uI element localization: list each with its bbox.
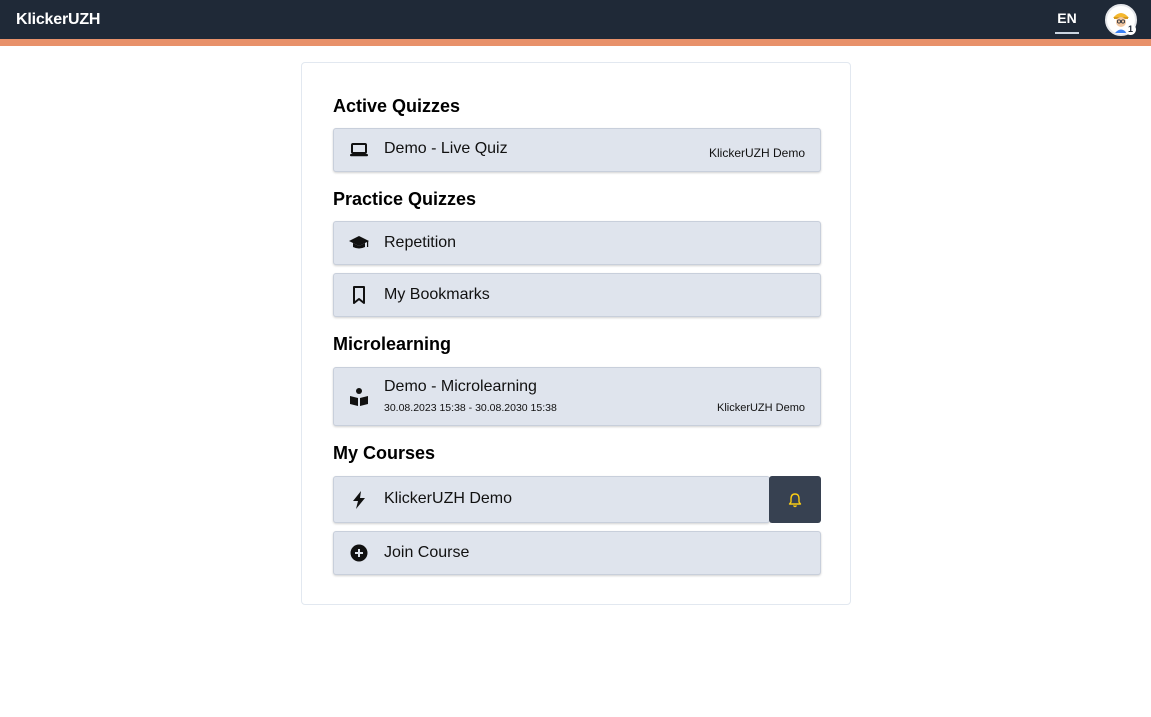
section-title-microlearning: Microlearning — [333, 334, 452, 354]
join-course-item[interactable]: Join Course — [333, 531, 821, 575]
book-reader-icon — [349, 387, 369, 407]
bookmarks-item[interactable]: My Bookmarks — [333, 273, 821, 317]
microlearning-dates: 30.08.2023 15:38 - 30.08.2030 15:38 — [384, 402, 557, 414]
bookmark-icon — [349, 285, 369, 305]
join-course-label: Join Course — [384, 544, 470, 561]
topbar-right: EN 1 — [1055, 0, 1137, 39]
section-title-active-quizzes: Active Quizzes — [333, 96, 461, 116]
repetition-label: Repetition — [384, 234, 457, 251]
level-badge: 1 — [1125, 23, 1136, 35]
top-navigation-bar: KlickerUZH EN 1 — [0, 0, 1151, 39]
bookmarks-label: My Bookmarks — [384, 286, 490, 303]
overview-panel: Active Quizzes Demo - Live Quiz KlickerU… — [301, 62, 851, 605]
repetition-item[interactable]: Repetition — [333, 221, 821, 265]
microlearning-label: Demo - Microlearning — [384, 378, 537, 395]
plus-circle-icon — [349, 543, 369, 563]
live-quiz-item[interactable]: Demo - Live Quiz KlickerUZH Demo — [333, 128, 821, 172]
course-notifications-button[interactable] — [769, 476, 821, 523]
user-avatar[interactable]: 1 — [1105, 3, 1137, 36]
bell-icon — [788, 492, 802, 507]
microlearning-course: KlickerUZH Demo — [716, 402, 805, 414]
laptop-icon — [349, 140, 369, 160]
section-title-practice-quizzes: Practice Quizzes — [333, 189, 477, 209]
section-title-my-courses: My Courses — [333, 443, 436, 463]
course-item-klickeruzh-demo[interactable]: KlickerUZH Demo — [333, 476, 770, 523]
brand-logo[interactable]: KlickerUZH — [16, 11, 100, 29]
bolt-icon — [349, 490, 369, 510]
language-selector[interactable]: EN — [1055, 6, 1079, 34]
course-label: KlickerUZH Demo — [384, 490, 513, 507]
live-quiz-label: Demo - Live Quiz — [384, 140, 508, 157]
graduation-cap-icon — [349, 233, 369, 253]
live-quiz-course: KlickerUZH Demo — [708, 146, 805, 160]
accent-strip — [0, 39, 1151, 46]
microlearning-item[interactable]: Demo - Microlearning 30.08.2023 15:38 - … — [333, 367, 821, 426]
